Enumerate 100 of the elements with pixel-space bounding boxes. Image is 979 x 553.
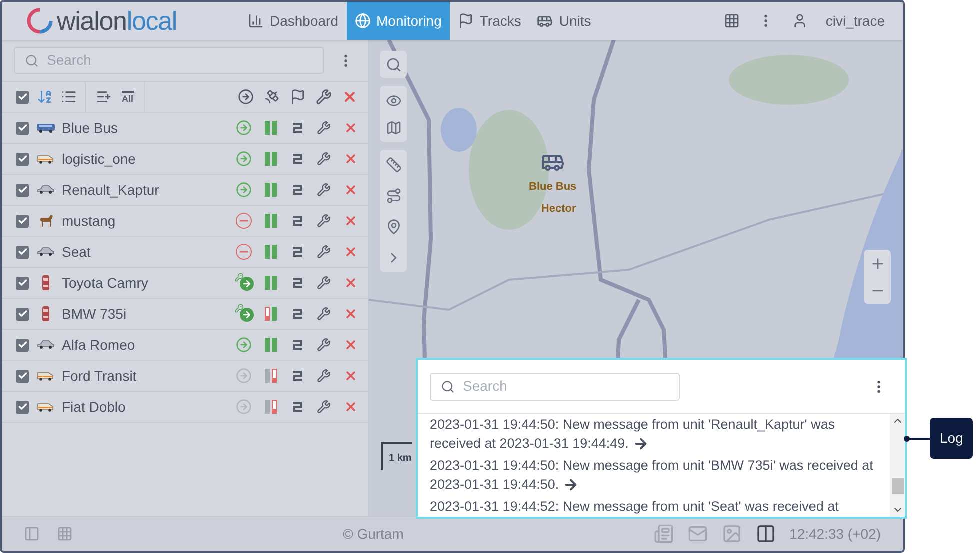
- unit-row[interactable]: logistic_one: [2, 144, 368, 175]
- route-icon[interactable]: [292, 215, 303, 227]
- arrow-icon[interactable]: [632, 436, 649, 452]
- flag-icon[interactable]: [290, 89, 306, 105]
- unit-row[interactable]: Blue Bus: [2, 113, 368, 144]
- checkbox[interactable]: [16, 152, 29, 166]
- search-icon: [441, 380, 455, 394]
- van-icon: [37, 402, 55, 412]
- checkbox[interactable]: [16, 184, 29, 196]
- log-entry: 2023-01-31 19:44:50: New message from unit 'BMW 735i' was received at 2023-01-31 19:44:50.: [430, 457, 874, 494]
- wrench-icon[interactable]: [317, 214, 331, 228]
- route-icon[interactable]: [292, 153, 303, 165]
- user-icon[interactable]: [792, 13, 808, 29]
- wrench-icon[interactable]: [316, 89, 332, 105]
- checkbox[interactable]: [16, 370, 29, 382]
- unit-name: Toyota Camry: [62, 274, 150, 293]
- nav-tab[interactable]: Units: [529, 2, 600, 40]
- delete-icon[interactable]: [344, 245, 358, 259]
- delete-icon[interactable]: [342, 89, 358, 105]
- delete-icon[interactable]: [344, 276, 358, 290]
- wrench-icon[interactable]: [317, 400, 331, 414]
- unit-name: logistic_one: [62, 150, 137, 169]
- route-icon[interactable]: [292, 401, 303, 413]
- route-icon[interactable]: [292, 370, 303, 382]
- scroll-thumb[interactable]: [892, 478, 904, 494]
- wrench-icon[interactable]: [317, 121, 331, 135]
- car-icon: [42, 275, 50, 291]
- nav-tab[interactable]: Monitoring: [346, 2, 450, 40]
- delete-icon[interactable]: [344, 214, 358, 228]
- checkbox[interactable]: [16, 90, 29, 104]
- nav-tab[interactable]: Tracks: [450, 2, 530, 40]
- route-icon[interactable]: [292, 246, 303, 258]
- callout-label: Log: [930, 418, 974, 459]
- delete-icon[interactable]: [344, 152, 358, 166]
- delete-icon[interactable]: [344, 307, 358, 321]
- wrench-icon[interactable]: [317, 245, 331, 259]
- checkbox[interactable]: [16, 276, 29, 290]
- route-icon[interactable]: [292, 339, 303, 351]
- log-toggle-icon[interactable]: [756, 524, 776, 544]
- logo-icon: [27, 8, 53, 34]
- delete-icon[interactable]: [344, 400, 358, 414]
- globe-icon: [354, 13, 370, 29]
- list-icon[interactable]: [61, 89, 77, 105]
- user-name[interactable]: civi_trace: [826, 10, 885, 32]
- list-all-button[interactable]: All: [122, 90, 134, 104]
- route-icon[interactable]: [386, 188, 402, 204]
- add-list-icon[interactable]: [96, 89, 112, 105]
- horse-icon: [38, 214, 54, 228]
- unit-row[interactable]: BMW 735i: [2, 299, 368, 330]
- route-icon[interactable]: [292, 184, 303, 196]
- unit-name: Renault_Kaptur: [62, 180, 160, 200]
- checkbox[interactable]: [16, 122, 29, 134]
- unit-row[interactable]: Ford Transit: [2, 361, 368, 392]
- delete-icon[interactable]: [344, 121, 358, 135]
- search-icon[interactable]: [386, 56, 402, 72]
- unit-row[interactable]: Toyota Camry: [2, 268, 368, 299]
- unit-row[interactable]: Renault_Kaptur: [2, 175, 368, 206]
- apps-grid-icon[interactable]: [724, 13, 740, 29]
- wrench-icon[interactable]: [317, 183, 331, 197]
- unit-name: Alfa Romeo: [62, 336, 136, 354]
- wrench-icon[interactable]: [317, 307, 331, 321]
- route-icon[interactable]: [292, 308, 303, 320]
- zoom-in-icon[interactable]: [870, 256, 886, 272]
- search-icon: [25, 54, 39, 68]
- satellite-icon[interactable]: [264, 89, 280, 105]
- unit-name: Fiat Doblo: [62, 398, 127, 416]
- route-icon[interactable]: [292, 277, 303, 289]
- checkbox[interactable]: [16, 308, 29, 320]
- leader-line: [903, 434, 930, 442]
- wrench-icon[interactable]: [317, 152, 331, 166]
- nav-tab[interactable]: Dashboard: [240, 2, 346, 40]
- sort-icon[interactable]: [37, 89, 53, 105]
- checkbox[interactable]: [16, 214, 29, 228]
- map-pin-icon[interactable]: [386, 218, 402, 234]
- wrench-icon[interactable]: [317, 276, 331, 290]
- map-marker-label: Hector: [541, 202, 576, 216]
- van-icon: [37, 154, 55, 164]
- wrench-icon[interactable]: [317, 338, 331, 352]
- scrollbar[interactable]: [890, 414, 905, 517]
- delete-icon[interactable]: [344, 338, 358, 352]
- arrow-circle-icon[interactable]: [238, 89, 254, 105]
- map-icon[interactable]: [386, 120, 402, 136]
- unit-name: Blue Bus: [62, 118, 120, 138]
- unit-row[interactable]: Fiat Doblo: [2, 392, 368, 423]
- bar-chart-icon: [248, 13, 264, 29]
- eye-icon[interactable]: [386, 92, 402, 108]
- delete-icon[interactable]: [344, 183, 358, 197]
- wrench-icon[interactable]: [317, 369, 331, 383]
- unit-row[interactable]: Seat: [2, 237, 368, 268]
- delete-icon[interactable]: [344, 369, 358, 383]
- checkbox[interactable]: [16, 400, 29, 414]
- ruler-icon[interactable]: [386, 156, 402, 172]
- route-icon[interactable]: [292, 122, 303, 134]
- unit-row[interactable]: mustang: [2, 206, 368, 237]
- map-marker-label: Blue Bus: [529, 180, 577, 195]
- checkbox[interactable]: [16, 338, 29, 352]
- unit-row[interactable]: Alfa Romeo: [2, 330, 368, 361]
- log-entry: 2023-01-31 19:44:52: New message from unit 'Seat' was received at: [430, 498, 840, 516]
- car-icon: [42, 306, 50, 322]
- checkbox[interactable]: [16, 246, 29, 258]
